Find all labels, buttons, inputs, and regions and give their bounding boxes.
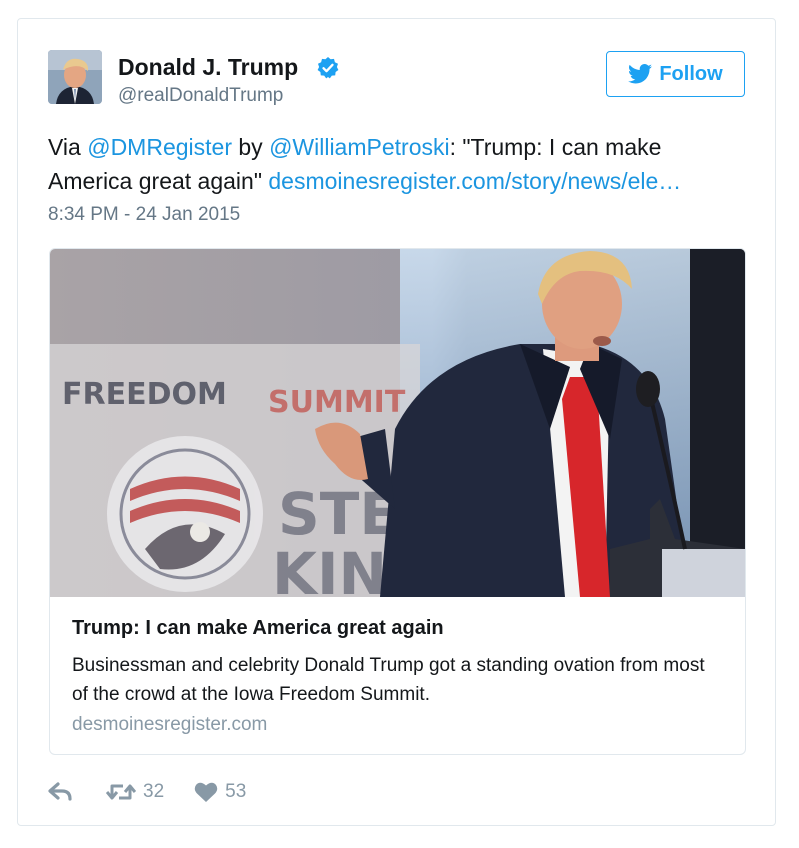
card-description: Businessman and celebrity Donald Trump g… (72, 655, 705, 705)
mention-williampetroski[interactable]: @WilliamPetroski (269, 134, 450, 160)
tweet-text-prefix: Via (48, 134, 88, 160)
verified-badge-icon (317, 57, 339, 79)
card-title[interactable]: Trump: I can make America great again (72, 617, 444, 640)
mention-dmregister[interactable]: @DMRegister (87, 134, 232, 160)
user-handle[interactable]: @realDonaldTrump (118, 85, 283, 107)
like-button[interactable]: 53 (194, 781, 246, 803)
follow-button[interactable]: Follow (606, 51, 745, 97)
heart-icon (194, 782, 218, 802)
tweet-timestamp[interactable]: 8:34 PM - 24 Jan 2015 (48, 204, 240, 226)
backdrop-summit-text: SUMMIT (268, 385, 406, 420)
tweet-card: Donald J. Trump @realDonaldTrump Follow … (17, 18, 776, 826)
link-preview-card[interactable]: FREEDOM SUMMIT STE KING Trump: I can mak… (49, 248, 746, 755)
retweet-button[interactable]: 32 (106, 781, 164, 803)
tweet-text: Via @DMRegister by @WilliamPetroski: "Tr… (48, 130, 748, 198)
retweet-icon (106, 784, 136, 800)
tweet-text-mid: by (231, 134, 270, 160)
reply-icon (48, 782, 72, 801)
avatar[interactable] (48, 50, 102, 104)
backdrop-freedom-text: FREEDOM (62, 377, 227, 412)
eagle-seal-icon (107, 436, 263, 592)
article-link[interactable]: desmoinesregister.com/story/news/ele… (268, 168, 681, 194)
display-name[interactable]: Donald J. Trump (118, 54, 298, 81)
tweet-actions: 32 53 (48, 777, 246, 807)
follow-label: Follow (659, 62, 723, 85)
card-image[interactable]: FREEDOM SUMMIT STE KING (50, 249, 745, 597)
avatar-photo (48, 50, 102, 104)
reply-button[interactable] (48, 781, 74, 803)
card-domain: desmoinesregister.com (72, 714, 268, 735)
like-count: 53 (225, 781, 247, 802)
retweet-count: 32 (143, 781, 165, 802)
twitter-bird-icon (628, 64, 653, 84)
